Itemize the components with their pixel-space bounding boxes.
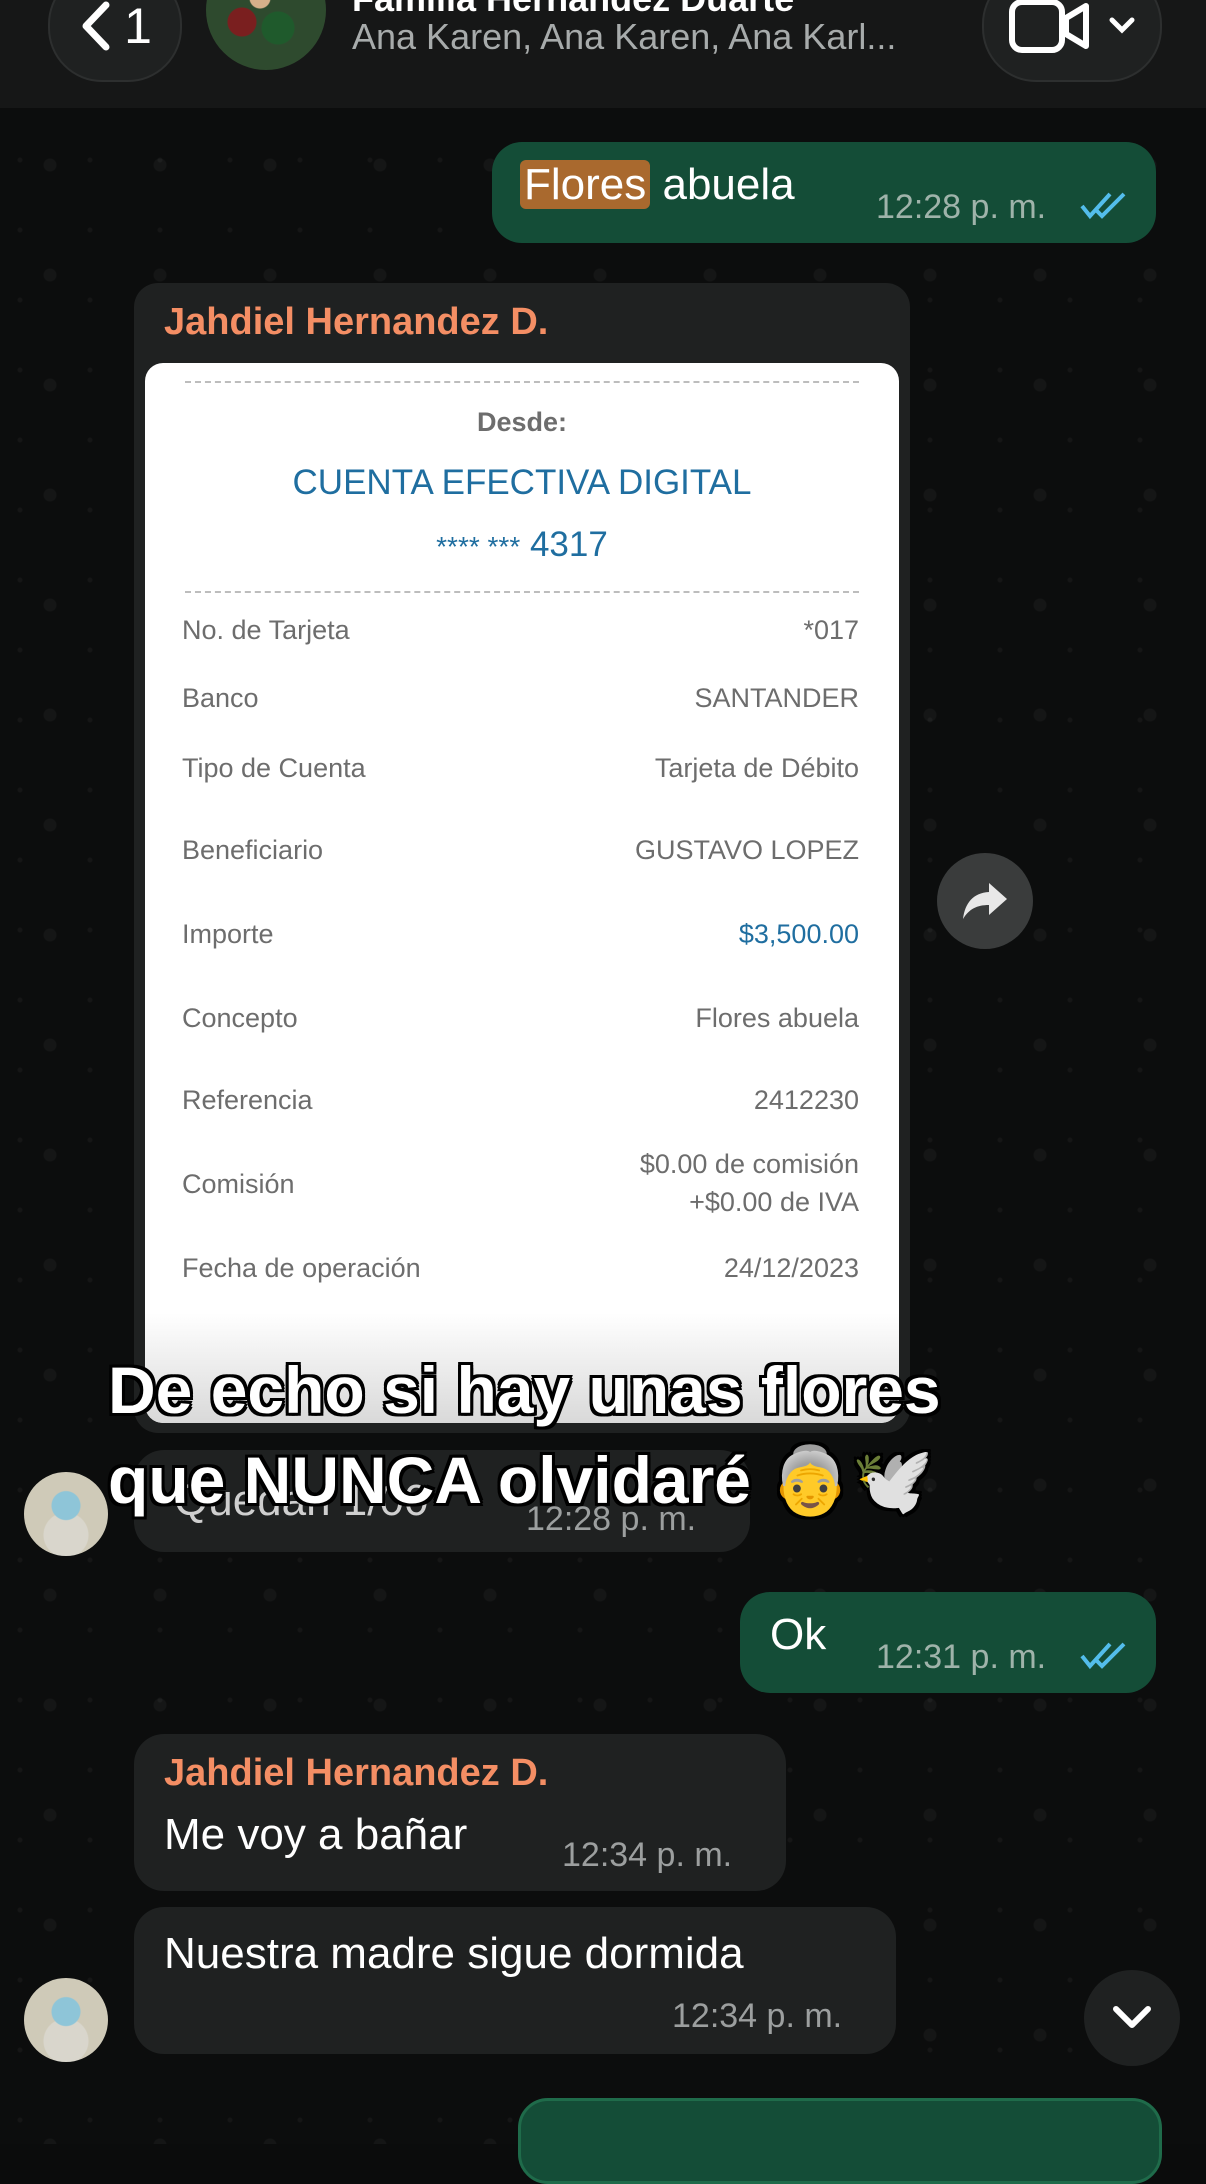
receipt-row-label: Fecha de operación (182, 1253, 421, 1283)
sender-avatar[interactable] (24, 1978, 108, 2062)
scroll-to-bottom-button[interactable] (1084, 1970, 1180, 2066)
receipt-row-label: Concepto (182, 1003, 298, 1033)
receipt-row-value: Tarjeta de Débito (654, 753, 859, 783)
sender-avatar[interactable] (24, 1472, 108, 1556)
dashed-divider (185, 591, 859, 593)
search-highlight: Flores (520, 160, 651, 209)
forward-button[interactable] (937, 853, 1033, 949)
outgoing-message[interactable]: Flores abuela 12:28 p. m. (492, 142, 1156, 243)
video-caption-line: que NUNCA olvidaré 👵🕊️ (108, 1443, 934, 1517)
sender-name: Jahdiel Hernandez D. (164, 1752, 549, 1794)
message-time: 12:28 p. m. (876, 188, 1047, 226)
unread-count: 1 (124, 0, 152, 54)
message-text: Flores abuela (520, 160, 795, 210)
account-name: CUENTA EFECTIVA DIGITAL (292, 463, 752, 502)
message-text: Nuestra madre sigue dormida (164, 1929, 744, 1978)
forward-arrow-icon (963, 883, 1007, 919)
receipt-row-label: Importe (182, 919, 274, 949)
receipt-row-value: 24/12/2023 (723, 1253, 859, 1283)
dashed-divider (185, 381, 859, 383)
receipt-row-value: +$0.00 de IVA (689, 1187, 859, 1217)
receipt-row-value: 2412230 (753, 1085, 859, 1115)
back-button[interactable]: 1 (48, 0, 182, 82)
group-avatar[interactable] (206, 0, 326, 70)
receipt-row-label: No. de Tarjeta (182, 615, 350, 645)
receipt-row-label: Referencia (182, 1085, 313, 1115)
read-ticks-icon (1080, 1642, 1126, 1670)
video-caption-line: De echo si hay unas flores (108, 1353, 941, 1427)
receipt-row-value: Flores abuela (695, 1003, 859, 1033)
receipt-row-label: Tipo de Cuenta (182, 753, 366, 783)
receipt-amount: $3,500.00 (738, 919, 859, 949)
video-camera-icon (1009, 0, 1089, 53)
read-ticks-icon (1080, 192, 1126, 220)
account-number: **** *** 4317 (436, 525, 608, 564)
transfer-receipt-image[interactable]: Desde: CUENTA EFECTIVA DIGITAL **** *** … (145, 363, 899, 1423)
outgoing-message[interactable]: Ok 12:31 p. m. (740, 1592, 1156, 1693)
chevron-left-icon (82, 1, 110, 51)
chat-header: 1 Familia Hernandez Duarte Ana Karen, An… (0, 0, 1206, 108)
message-time: 12:31 p. m. (876, 1638, 1047, 1676)
video-call-button[interactable] (982, 0, 1162, 82)
message-time: 12:34 p. m. (562, 1836, 733, 1874)
receipt-row-value: SANTANDER (694, 683, 859, 713)
incoming-message[interactable]: Jahdiel Hernandez D. Me voy a bañar 12:3… (134, 1734, 786, 1891)
receipt-row-label: Beneficiario (182, 835, 324, 865)
sender-name: Jahdiel Hernandez D. (164, 301, 549, 343)
receipt-row-value: *017 (803, 615, 859, 645)
outgoing-message-partial[interactable] (518, 2098, 1162, 2184)
incoming-message[interactable]: Nuestra madre sigue dormida 12:34 p. m. (134, 1907, 896, 2054)
chevron-down-icon (1113, 2006, 1151, 2028)
receipt-row-value: GUSTAVO LOPEZ (634, 835, 859, 865)
message-text: Me voy a bañar (164, 1810, 468, 1859)
receipt-row-label: Comisión (182, 1169, 295, 1199)
from-label: Desde: (476, 407, 568, 437)
message-time: 12:34 p. m. (672, 1997, 843, 2035)
receipt-row-value: $0.00 de comisión (639, 1149, 859, 1179)
chevron-down-icon (1109, 17, 1135, 34)
message-text: Ok (770, 1610, 827, 1659)
group-members[interactable]: Ana Karen, Ana Karen, Ana Karl... (352, 16, 896, 58)
receipt-row-label: Banco (182, 683, 259, 713)
